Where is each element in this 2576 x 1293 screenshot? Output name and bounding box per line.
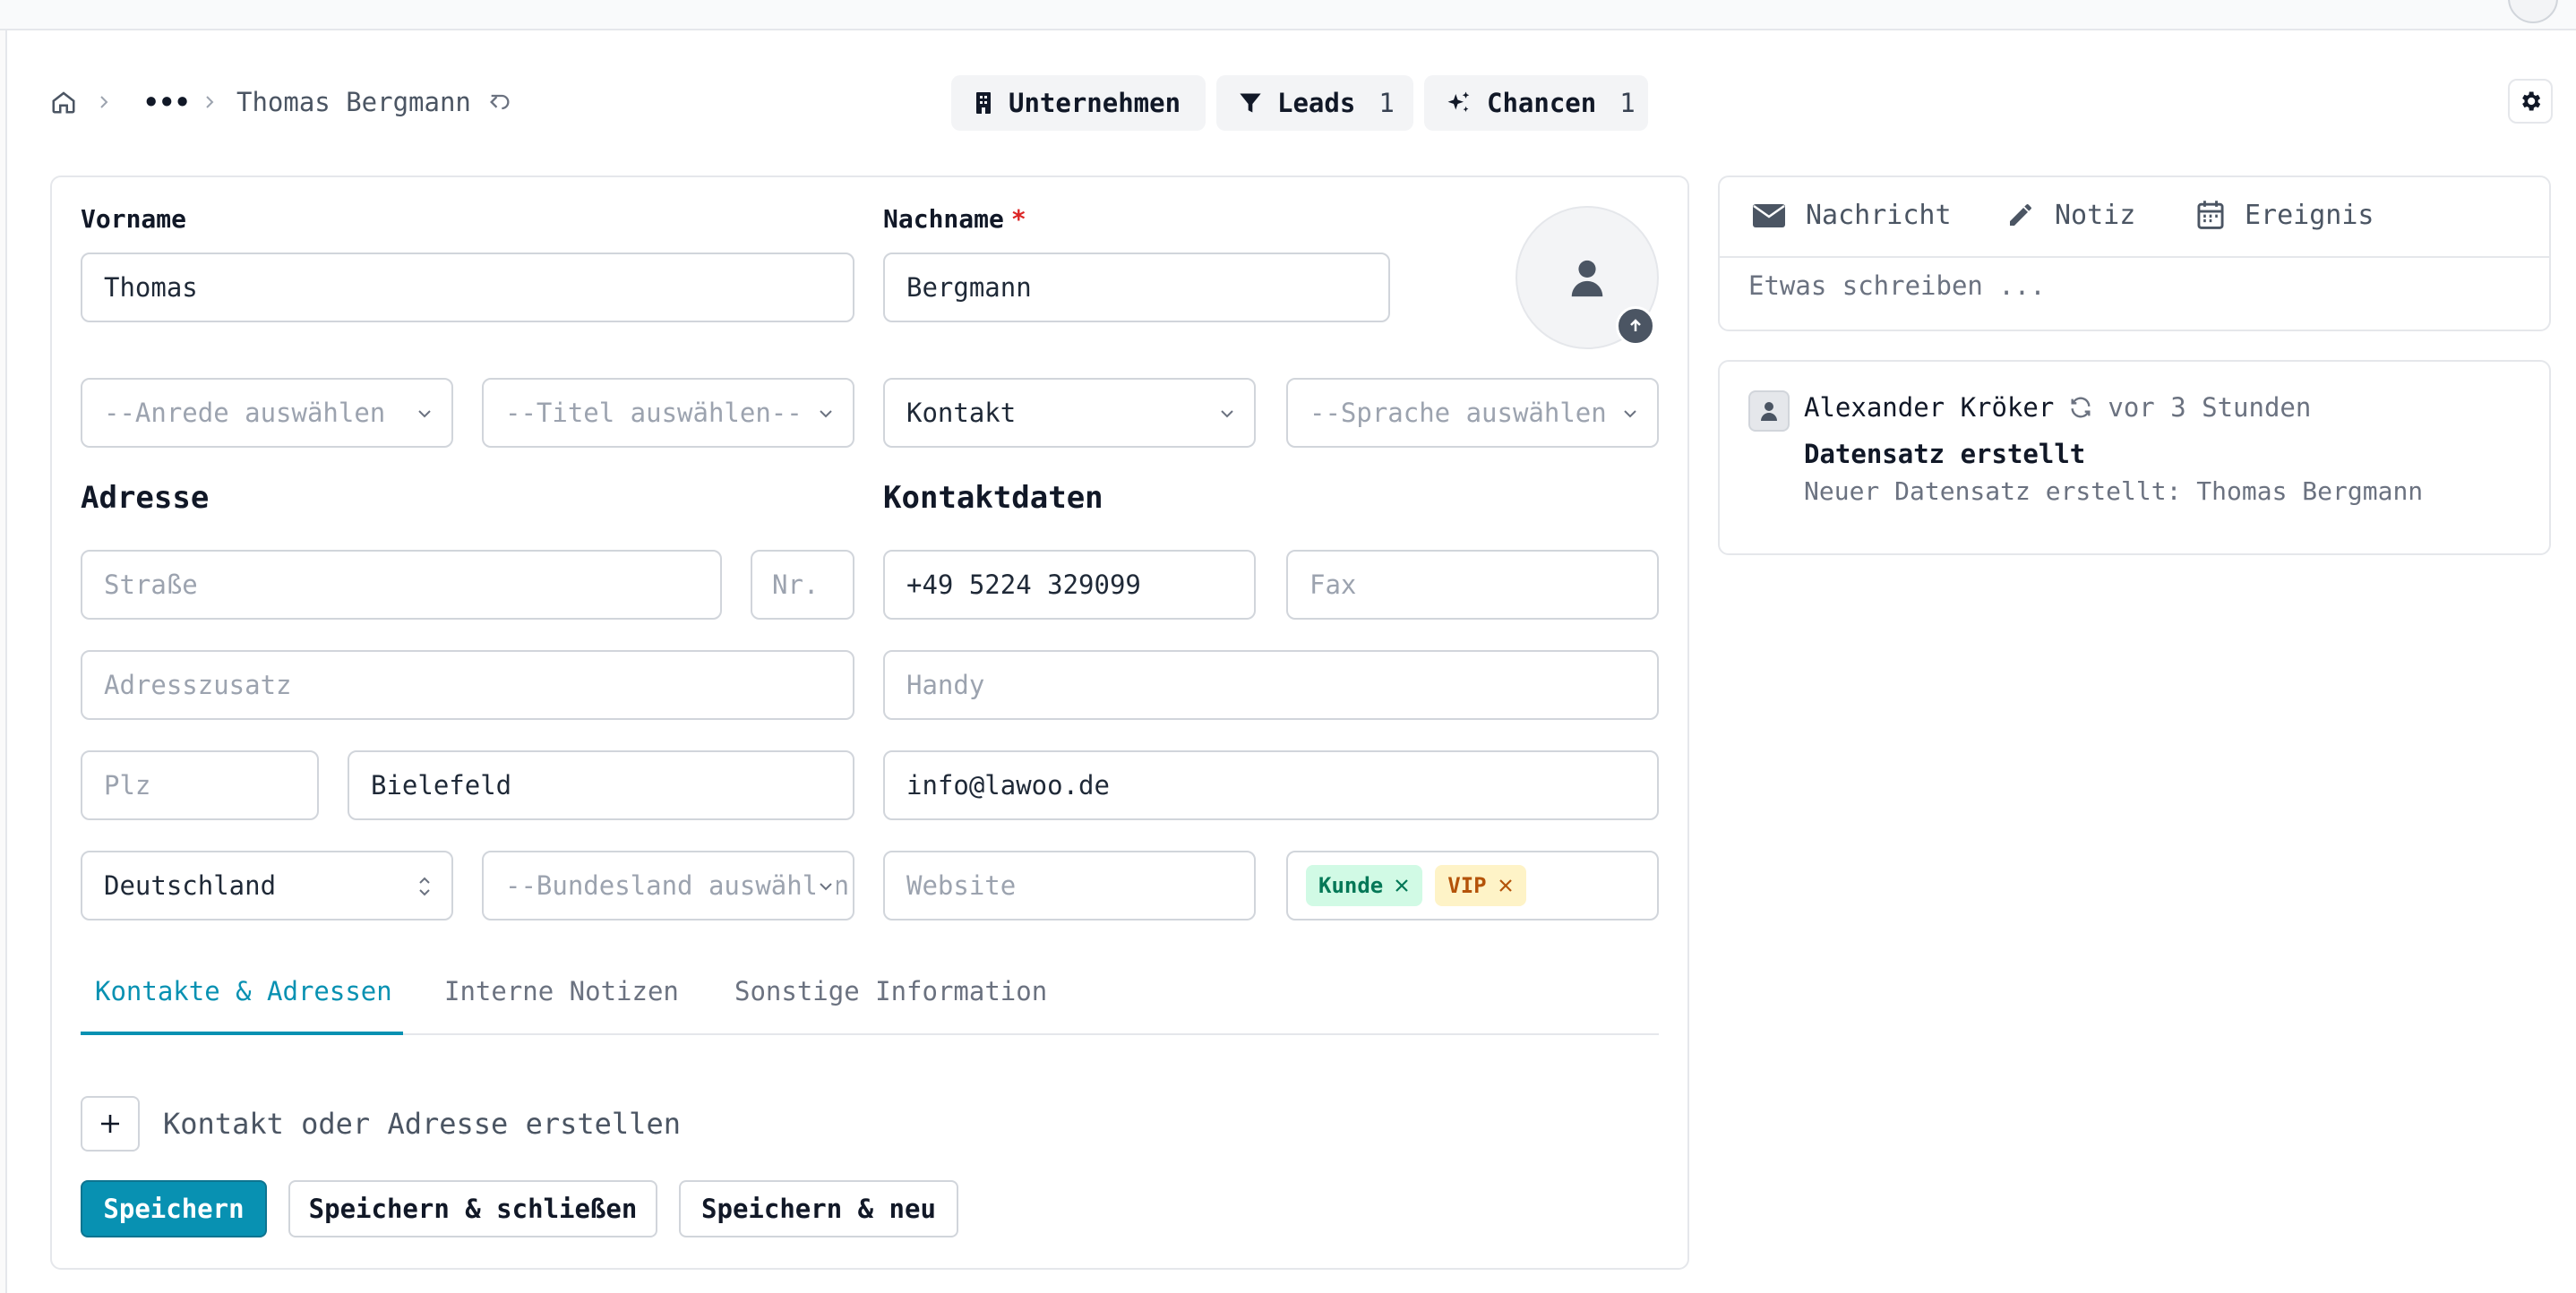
country-select[interactable]: Deutschland — [81, 851, 453, 921]
leads-label: Leads — [1277, 88, 1356, 118]
event-tab[interactable]: Ereignis — [2196, 195, 2374, 235]
chevron-down-icon — [1619, 403, 1641, 424]
author-avatar — [1748, 390, 1790, 432]
title-placeholder: --Titel auswählen-- — [505, 398, 803, 428]
website-field[interactable]: Website — [883, 851, 1256, 921]
required-mark: * — [1010, 204, 1026, 234]
upload-avatar-button[interactable] — [1616, 306, 1655, 346]
tag-label: Kunde — [1318, 873, 1384, 898]
arrow-up-icon — [1627, 317, 1644, 335]
chevron-up-down-icon — [414, 872, 435, 901]
plus-icon — [98, 1111, 123, 1136]
calendar-icon — [2196, 200, 2225, 230]
home-icon[interactable] — [50, 82, 77, 122]
person-icon — [1569, 257, 1605, 298]
country-value: Deutschland — [104, 870, 277, 901]
fax-field[interactable]: Fax — [1286, 550, 1659, 620]
refresh-icon — [2068, 395, 2093, 420]
phone-field[interactable]: +49 5224 329099 — [883, 550, 1256, 620]
companies-label: Unternehmen — [1009, 88, 1181, 118]
type-value: Kontakt — [906, 398, 1017, 428]
state-placeholder: --Bundesland auswählen — [505, 870, 850, 901]
tags-field[interactable]: Kunde VIP — [1286, 851, 1659, 921]
chevron-down-icon — [1216, 403, 1238, 424]
opportunities-label: Chancen — [1487, 88, 1597, 118]
top-bar — [0, 0, 2576, 30]
undo-icon[interactable] — [487, 82, 512, 122]
settings-button[interactable] — [2508, 79, 2553, 124]
tag-kunde: Kunde — [1306, 865, 1423, 906]
email-field[interactable]: info@lawoo.de — [883, 750, 1659, 820]
gear-icon — [2518, 89, 2543, 114]
companies-button[interactable]: Unternehmen — [951, 75, 1206, 131]
chatter-input[interactable]: Etwas schreiben ... — [1748, 270, 2046, 301]
note-tab-label: Notiz — [2055, 199, 2136, 231]
mobile-field[interactable]: Handy — [883, 650, 1659, 720]
title-select[interactable]: --Titel auswählen-- — [482, 378, 854, 448]
active-tab-indicator — [81, 1032, 403, 1035]
event-tab-label: Ereignis — [2245, 199, 2374, 231]
opportunities-button[interactable]: Chancen 1 — [1424, 75, 1648, 131]
tag-vip: VIP — [1435, 865, 1526, 906]
tab-internal-notes[interactable]: Interne Notizen — [444, 976, 679, 1006]
activity-title: Datensatz erstellt — [1804, 439, 2086, 469]
chevron-down-icon — [815, 876, 837, 897]
chevron-right-icon — [201, 82, 219, 122]
number-field[interactable]: Nr. — [751, 550, 854, 620]
close-icon[interactable] — [1394, 878, 1410, 894]
address-heading: Adresse — [81, 480, 210, 516]
chevron-right-icon — [95, 82, 113, 122]
sparkles-icon — [1446, 90, 1473, 116]
language-select[interactable]: --Sprache auswählen — [1286, 378, 1659, 448]
activity-header: Alexander Kröker vor 3 Stunden — [1804, 392, 2311, 423]
message-tab[interactable]: Nachricht — [1752, 195, 1952, 235]
city-field[interactable]: Bielefeld — [348, 750, 854, 820]
message-tab-label: Nachricht — [1806, 199, 1952, 231]
contact-form-card — [50, 176, 1689, 1270]
add-contact-button[interactable] — [81, 1096, 140, 1152]
contact-data-heading: Kontaktdaten — [883, 480, 1103, 516]
salutation-select[interactable]: --Anrede auswählen — [81, 378, 453, 448]
funnel-icon — [1238, 90, 1263, 116]
close-icon[interactable] — [1498, 878, 1514, 894]
street-field[interactable]: Straße — [81, 550, 722, 620]
state-select[interactable]: --Bundesland auswählen — [482, 851, 854, 921]
breadcrumb-current: Thomas Bergmann — [236, 87, 471, 117]
chevron-down-icon — [815, 403, 837, 424]
zip-field[interactable]: Plz — [81, 750, 319, 820]
language-placeholder: --Sprache auswählen — [1309, 398, 1607, 428]
save-close-button[interactable]: Speichern & schließen — [288, 1180, 657, 1237]
save-button[interactable]: Speichern — [81, 1180, 267, 1237]
opportunities-count: 1 — [1619, 88, 1636, 118]
user-avatar[interactable] — [2508, 0, 2558, 23]
tag-label: VIP — [1447, 873, 1487, 898]
envelope-icon — [1752, 201, 1786, 228]
activity-author[interactable]: Alexander Kröker — [1804, 392, 2054, 423]
leads-button[interactable]: Leads 1 — [1216, 75, 1413, 131]
last-name-label: Nachname * — [883, 204, 1026, 234]
last-name-field[interactable]: Bergmann — [883, 253, 1390, 322]
tab-other-information[interactable]: Sonstige Information — [734, 976, 1047, 1006]
activity-time: vor 3 Stunden — [2108, 392, 2312, 423]
person-icon — [1760, 400, 1778, 422]
composer-divider — [1718, 256, 2551, 258]
breadcrumb-more[interactable]: ••• — [143, 82, 190, 122]
building-icon — [973, 90, 994, 116]
activity-body: Neuer Datensatz erstellt: Thomas Bergman… — [1804, 476, 2424, 506]
add-contact-label[interactable]: Kontakt oder Adresse erstellen — [163, 1107, 681, 1141]
note-tab[interactable]: Notiz — [2006, 195, 2135, 235]
first-name-field[interactable]: Thomas — [81, 253, 854, 322]
type-select[interactable]: Kontakt — [883, 378, 1256, 448]
pencil-icon — [2006, 201, 2035, 229]
chevron-down-icon — [414, 403, 435, 424]
save-new-button[interactable]: Speichern & neu — [679, 1180, 958, 1237]
left-sidebar-edge — [0, 30, 7, 1293]
first-name-label: Vorname — [81, 204, 187, 234]
leads-count: 1 — [1378, 88, 1395, 118]
address-extra-field[interactable]: Adresszusatz — [81, 650, 854, 720]
salutation-placeholder: --Anrede auswählen — [104, 398, 386, 428]
tab-contacts-addresses[interactable]: Kontakte & Adressen — [95, 976, 392, 1006]
